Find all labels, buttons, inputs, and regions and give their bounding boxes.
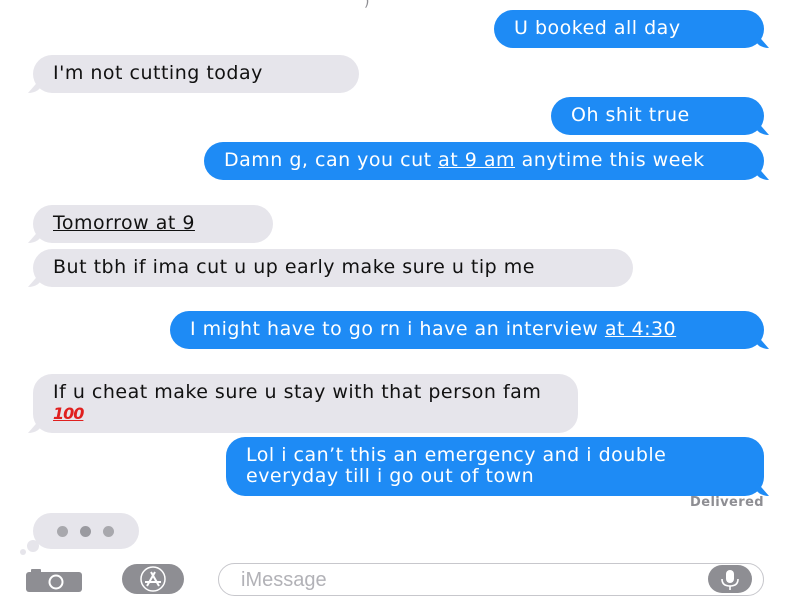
typing-indicator-tail xyxy=(20,549,26,555)
app-store-icon[interactable] xyxy=(122,564,184,594)
message-text: I'm not cutting today xyxy=(53,62,263,84)
message-text: But tbh if ima cut u up early make sure … xyxy=(53,256,535,278)
outgoing-message[interactable]: Oh shit true xyxy=(551,97,764,135)
outgoing-message[interactable]: U booked all day xyxy=(494,10,764,48)
outgoing-message[interactable]: Lol i can’t this an emergency and i doub… xyxy=(226,437,764,496)
message-text: Damn g, can you cut xyxy=(224,149,439,171)
outgoing-message[interactable]: Damn g, can you cut at 9 am anytime this… xyxy=(204,142,764,180)
incoming-message[interactable]: If u cheat make sure u stay with that pe… xyxy=(33,374,578,433)
message-text: If u cheat make sure u stay with that pe… xyxy=(53,381,542,403)
message-text: Lol i can’t this an emergency and i doub… xyxy=(246,444,667,487)
message-input[interactable]: iMessage xyxy=(218,563,764,596)
message-text: I might have to go rn i have an intervie… xyxy=(190,318,605,340)
incoming-message[interactable]: Tomorrow at 9 xyxy=(33,205,273,243)
hundred-points-emoji-icon: 100 xyxy=(53,404,84,423)
typing-dot xyxy=(57,526,68,537)
date-time-link[interactable]: Tomorrow at 9 xyxy=(53,212,195,234)
message-text: U booked all day xyxy=(514,17,681,39)
incoming-message[interactable]: But tbh if ima cut u up early make sure … xyxy=(33,249,633,287)
typing-dot xyxy=(80,526,91,537)
date-time-link[interactable]: at 9 am xyxy=(438,149,515,171)
incoming-message[interactable]: I'm not cutting today xyxy=(33,55,359,93)
date-time-link[interactable]: at 4:30 xyxy=(605,318,676,340)
typing-indicator xyxy=(33,513,139,549)
typing-dot xyxy=(103,526,114,537)
outgoing-message[interactable]: I might have to go rn i have an intervie… xyxy=(170,311,764,349)
camera-icon[interactable] xyxy=(25,568,83,592)
previous-message-fragment: ) xyxy=(364,0,370,10)
delivery-status: Delivered xyxy=(690,495,764,510)
message-text: anytime this week xyxy=(515,149,705,171)
message-text: Oh shit true xyxy=(571,104,690,126)
typing-indicator-tail xyxy=(27,540,39,552)
microphone-icon[interactable] xyxy=(708,565,752,593)
